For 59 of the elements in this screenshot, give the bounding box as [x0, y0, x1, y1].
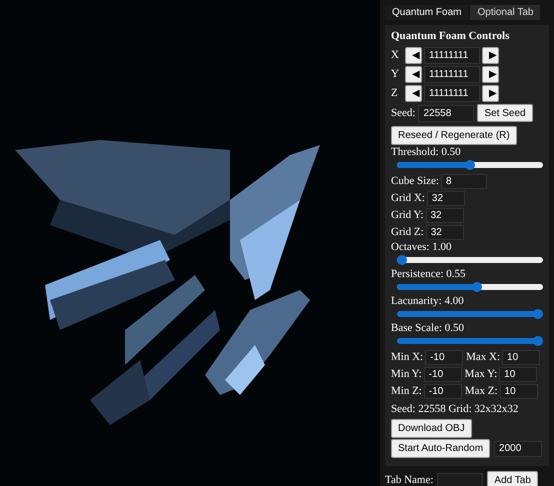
bound-label: Max X: — [466, 352, 500, 362]
field-label: Grid Y: — [391, 210, 424, 220]
field-label: Cube Size: — [391, 176, 439, 186]
bound-field[interactable]: 10 — [499, 366, 538, 382]
auto-random-button[interactable]: Start Auto-Random — [391, 439, 490, 458]
axis-field[interactable]: 11111111 — [424, 66, 480, 82]
tab-name-field[interactable] — [437, 472, 484, 486]
number-field[interactable]: 32 — [426, 190, 465, 206]
decrement-button[interactable]: ◀ — [405, 84, 422, 102]
slider-label: Persistence: 0.55 — [391, 269, 467, 280]
bound-field[interactable]: -10 — [424, 384, 462, 398]
increment-button[interactable]: ▶ — [482, 66, 499, 82]
slider-thumb[interactable] — [397, 255, 407, 265]
slider[interactable] — [397, 160, 543, 170]
tab[interactable]: Optional Tab — [470, 5, 540, 20]
slider[interactable] — [397, 282, 543, 292]
increment-button[interactable]: ▶ — [482, 46, 499, 64]
slider[interactable] — [397, 255, 543, 265]
bound-field[interactable]: -10 — [425, 350, 464, 364]
number-field[interactable]: 32 — [426, 224, 464, 240]
bound-label: Min X: — [391, 352, 424, 362]
interval-field[interactable]: 2000 — [494, 440, 542, 456]
reseed-button[interactable]: Reseed / Regenerate (R) — [391, 126, 517, 145]
set-seed-button[interactable]: Set Seed — [477, 104, 533, 122]
axis-field[interactable]: 11111111 — [424, 46, 480, 64]
panel-title: Quantum Foam Controls — [391, 31, 510, 42]
axis-label: Z — [391, 88, 399, 98]
slider-thumb[interactable] — [472, 282, 482, 292]
slider-thumb[interactable] — [533, 309, 543, 319]
field-label: Grid X: — [391, 192, 425, 204]
bound-field[interactable]: -10 — [424, 366, 462, 382]
axis-label: Y — [391, 68, 400, 80]
number-field[interactable]: 32 — [426, 208, 464, 222]
seed-label: Seed: — [391, 108, 416, 118]
tab[interactable]: Quantum Foam — [385, 5, 468, 20]
axis-field[interactable]: 11111111 — [424, 84, 480, 102]
download-button[interactable]: Download OBJ — [391, 419, 472, 438]
bound-field[interactable]: 10 — [502, 350, 540, 364]
slider-label: Base Scale: 0.50 — [391, 323, 466, 334]
increment-button[interactable]: ▶ — [482, 84, 499, 102]
tab-name-label: Tab Name: — [385, 475, 434, 486]
decrement-button[interactable]: ◀ — [405, 46, 422, 64]
add-tab-button[interactable]: Add Tab — [487, 471, 538, 486]
seed-field[interactable]: 22558 — [418, 104, 474, 122]
bound-label: Min Z: — [391, 386, 422, 396]
slider-label: Threshold: 0.50 — [391, 147, 462, 158]
bound-label: Max Z: — [464, 386, 498, 396]
decrement-button[interactable]: ◀ — [405, 66, 422, 82]
bound-label: Min Y: — [391, 368, 422, 380]
bound-label: Max Y: — [464, 368, 498, 380]
axis-label: X — [391, 50, 400, 60]
slider-thumb[interactable] — [465, 160, 475, 170]
status-text: Seed: 22558 Grid: 32x32x32 — [391, 404, 520, 415]
bound-field[interactable]: 10 — [500, 384, 538, 398]
number-field[interactable]: 8 — [440, 174, 487, 188]
slider-thumb[interactable] — [533, 336, 543, 346]
field-label: Grid Z: — [391, 226, 424, 238]
slider-label: Lacunarity: 4.00 — [391, 296, 465, 307]
slider-label: Octaves: 1.00 — [391, 242, 452, 253]
